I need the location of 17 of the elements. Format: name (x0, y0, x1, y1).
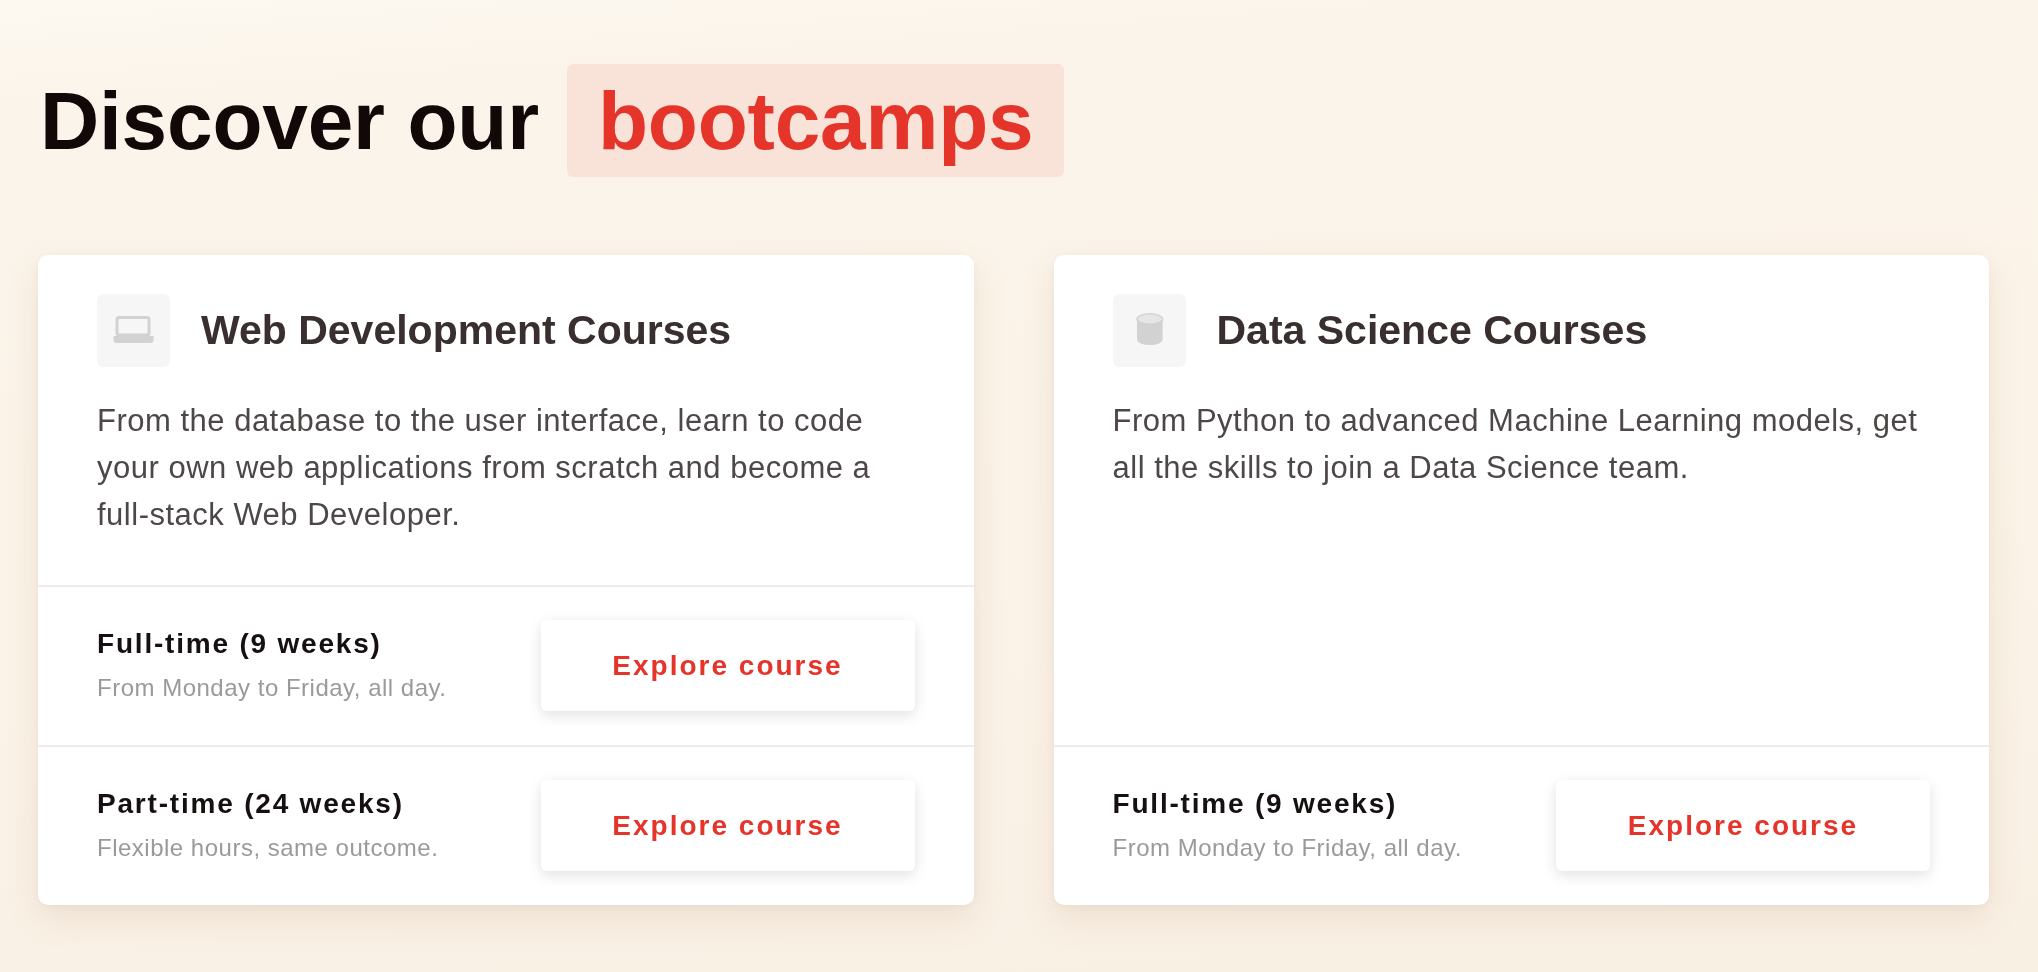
course-title: Part-time (24 weeks) (97, 788, 405, 820)
card-description: From the database to the user interface, learn to code your own web applications from scratch and become a full-stack Web Developer. (97, 402, 872, 534)
course-schedule: Flexible hours, same outcome. (97, 833, 439, 863)
course-schedule: From Monday to Friday, all day. (1112, 833, 1462, 863)
card-title: Web Development Courses (201, 305, 732, 355)
laptop-icon (97, 294, 170, 367)
course-title: Full-time (9 weeks) (97, 628, 383, 660)
database-icon (1112, 294, 1186, 367)
explore-button[interactable]: Explore course (540, 620, 915, 711)
page-heading: Discover our (40, 79, 539, 162)
card-title: Data Science Courses (1216, 305, 1648, 355)
card-description: From Python to advanced Machine Learning models, get all the skills to join a Data Science team. (1112, 402, 1919, 487)
course-schedule: From Monday to Friday, all day. (97, 673, 447, 703)
explore-button[interactable]: Explore course (540, 780, 915, 871)
course-title: Full-time (9 weeks) (1112, 788, 1399, 820)
heading-highlight: bootcamps (566, 64, 1065, 177)
explore-button[interactable]: Explore course (1556, 780, 1930, 871)
